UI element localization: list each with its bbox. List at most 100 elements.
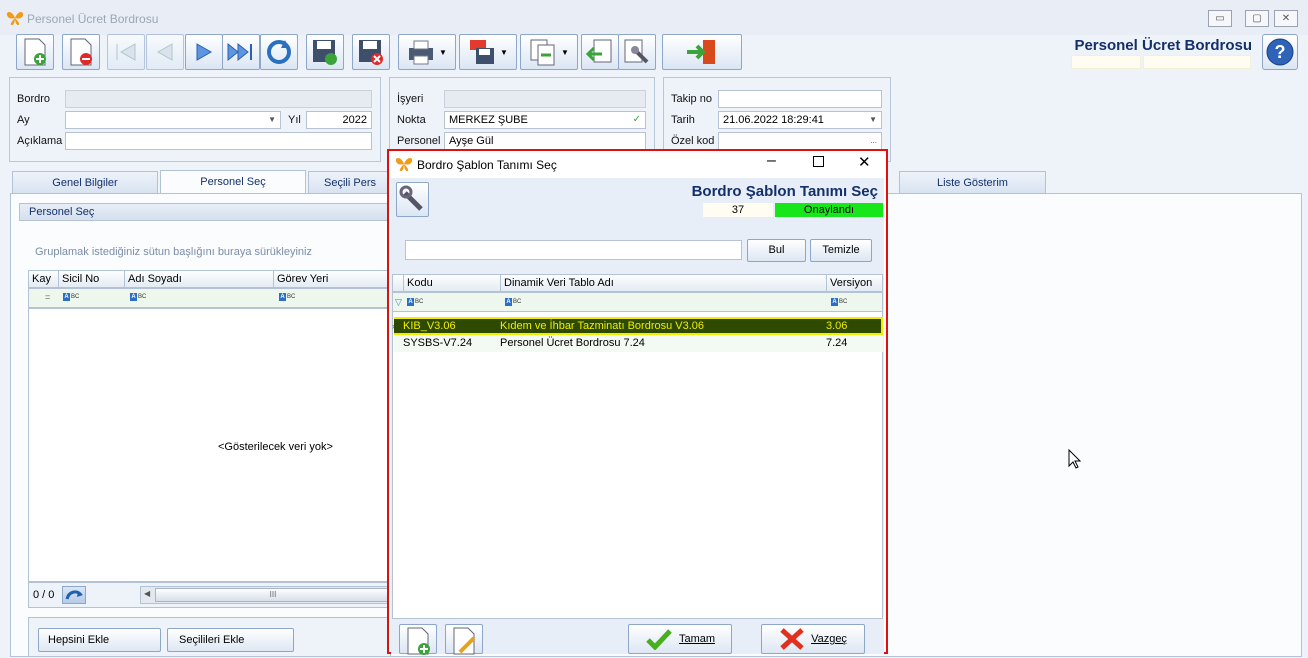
- equals-icon: =: [45, 292, 51, 302]
- dialog-minimize-button[interactable]: –: [767, 152, 776, 170]
- tab-liste-gosterim[interactable]: Liste Gösterim: [899, 171, 1046, 193]
- search-button[interactable]: Bul: [747, 239, 806, 262]
- nokta-label: Nokta: [397, 114, 426, 126]
- col-versiyon[interactable]: Versiyon: [826, 274, 883, 292]
- personel-field[interactable]: Ayşe Gül: [444, 132, 646, 150]
- isyeri-field[interactable]: [444, 90, 646, 108]
- cancel-label: Vazgeç: [811, 633, 847, 645]
- dialog-tools-button[interactable]: [396, 182, 429, 217]
- ozel-kod-label: Özel kod: [671, 135, 715, 147]
- minimize-button[interactable]: ▭: [1208, 10, 1232, 27]
- takip-label: Takip no: [671, 93, 712, 105]
- ay-select[interactable]: ▼: [65, 111, 281, 129]
- bordro-field[interactable]: [65, 90, 372, 108]
- row-code: KIB_V3.06: [403, 320, 456, 332]
- dialog-close-button[interactable]: ✕: [858, 153, 871, 171]
- tab-genel-bilgiler[interactable]: Genel Bilgiler: [12, 171, 158, 193]
- help-icon: ?: [1266, 38, 1294, 66]
- row-pointer-icon: ›: [392, 321, 395, 331]
- dialog-search-input[interactable]: [405, 240, 742, 260]
- yil-field[interactable]: 2022: [306, 111, 372, 129]
- abc-filter-icon[interactable]: A BC: [130, 293, 146, 301]
- svg-text:?: ?: [1275, 42, 1286, 62]
- settings-button[interactable]: [618, 34, 656, 70]
- maximize-button[interactable]: ▢: [1245, 10, 1269, 27]
- group-hint: Gruplamak istediğiniz sütun başlığını bu…: [35, 246, 312, 258]
- import-button[interactable]: [581, 34, 619, 70]
- tab-secili-personel[interactable]: Seçili Pers: [308, 171, 392, 193]
- takip-field[interactable]: [718, 90, 882, 108]
- dropdown-arrow-icon: ▼: [561, 47, 569, 57]
- abc-filter-icon[interactable]: A BC: [279, 293, 295, 301]
- aciklama-field[interactable]: [65, 132, 372, 150]
- previous-icon: [156, 43, 173, 61]
- row-name: Kıdem ve İhbar Tazminatı Bordrosu V3.06: [500, 320, 705, 332]
- first-record-button[interactable]: [107, 34, 145, 70]
- col-kodu[interactable]: Kodu: [403, 274, 501, 292]
- abc-filter-icon[interactable]: A BC: [831, 298, 847, 306]
- tarih-field[interactable]: 21.06.2022 18:29:41 ▼: [718, 111, 882, 129]
- tab-personel-sec[interactable]: Personel Seç: [160, 170, 306, 194]
- edit-template-button[interactable]: [445, 624, 483, 655]
- add-all-button[interactable]: Hepsini Ekle: [38, 628, 161, 652]
- ozel-kod-field[interactable]: ...: [718, 132, 882, 150]
- col-gorev-yeri[interactable]: Görev Yeri: [273, 270, 391, 288]
- delete-document-icon: [70, 38, 92, 66]
- dialog-title: Bordro Şablon Tanımı Seç: [417, 158, 557, 172]
- check-icon: ✓: [632, 114, 641, 125]
- row-name: Personel Ücret Bordrosu 7.24: [500, 337, 645, 349]
- dropdown-arrow-icon: ▼: [439, 47, 447, 57]
- nokta-field[interactable]: MERKEZ ŞUBE ✓: [444, 111, 646, 129]
- filter-row: = A BC A BC A BC: [28, 288, 391, 308]
- first-icon: [116, 43, 136, 61]
- butterfly-logo-icon: [6, 11, 24, 25]
- ok-button[interactable]: Tamam: [628, 624, 732, 654]
- last-record-button[interactable]: [222, 34, 260, 70]
- bordro-label: Bordro: [17, 93, 51, 105]
- dialog-maximize-button[interactable]: [813, 156, 824, 167]
- add-selected-button[interactable]: Seçilileri Ekle: [167, 628, 294, 652]
- new-record-button[interactable]: [16, 34, 54, 70]
- refresh-icon: [65, 590, 83, 600]
- butterfly-logo-icon: [395, 157, 413, 171]
- previous-record-button[interactable]: [146, 34, 184, 70]
- nokta-value: MERKEZ ŞUBE: [449, 114, 528, 126]
- table-row[interactable]: SYSBS-V7.24 Personel Ücret Bordrosu 7.24…: [394, 335, 883, 352]
- dialog-heading: Bordro Şablon Tanımı Seç: [691, 183, 878, 200]
- help-button[interactable]: ?: [1262, 34, 1298, 70]
- ellipsis-button[interactable]: ...: [870, 134, 877, 147]
- save-close-button[interactable]: [352, 34, 390, 70]
- refresh-grid-button[interactable]: [62, 586, 86, 604]
- abc-filter-icon[interactable]: A BC: [63, 293, 79, 301]
- new-template-button[interactable]: [399, 624, 437, 655]
- ok-label: Tamam: [678, 633, 716, 645]
- personel-panel-title: Personel Seç: [19, 203, 391, 221]
- save-cancel-icon: [359, 40, 383, 65]
- save-button[interactable]: [306, 34, 344, 70]
- next-icon: [196, 43, 213, 61]
- printer-icon: [409, 40, 434, 65]
- col-dinamik-veri-tablo-adi[interactable]: Dinamik Veri Tablo Adı: [500, 274, 827, 292]
- clear-button[interactable]: Temizle: [810, 239, 872, 262]
- pdf-export-button[interactable]: ▼: [459, 34, 517, 70]
- close-button[interactable]: ✕: [1274, 10, 1298, 27]
- refresh-button[interactable]: [260, 34, 298, 70]
- col-adi-soyadi[interactable]: Adı Soyadı: [124, 270, 275, 288]
- exit-button[interactable]: [662, 34, 742, 70]
- next-record-button[interactable]: [185, 34, 223, 70]
- cancel-button[interactable]: Vazgeç: [761, 624, 865, 654]
- abc-filter-icon[interactable]: A BC: [505, 298, 521, 306]
- pdf-save-icon: [470, 40, 495, 64]
- dropdown-arrow-icon: ▼: [869, 115, 877, 124]
- scroll-thumb[interactable]: III: [155, 588, 391, 602]
- print-button[interactable]: ▼: [398, 34, 456, 70]
- template-select-dialog: Bordro Şablon Tanımı Seç – ✕ Bordro Şabl…: [387, 149, 888, 655]
- table-row-selected[interactable]: › KIB_V3.06 Kıdem ve İhbar Tazminatı Bor…: [392, 317, 883, 335]
- abc-filter-icon[interactable]: A BC: [407, 298, 423, 306]
- horizontal-scrollbar[interactable]: ◀ III: [140, 586, 391, 604]
- col-sicil-no[interactable]: Sicil No: [58, 270, 126, 288]
- delete-record-button[interactable]: [62, 34, 100, 70]
- copy-button[interactable]: ▼: [520, 34, 578, 70]
- status-badge: Onaylandı: [775, 203, 883, 217]
- col-kay[interactable]: Kay: [28, 270, 60, 288]
